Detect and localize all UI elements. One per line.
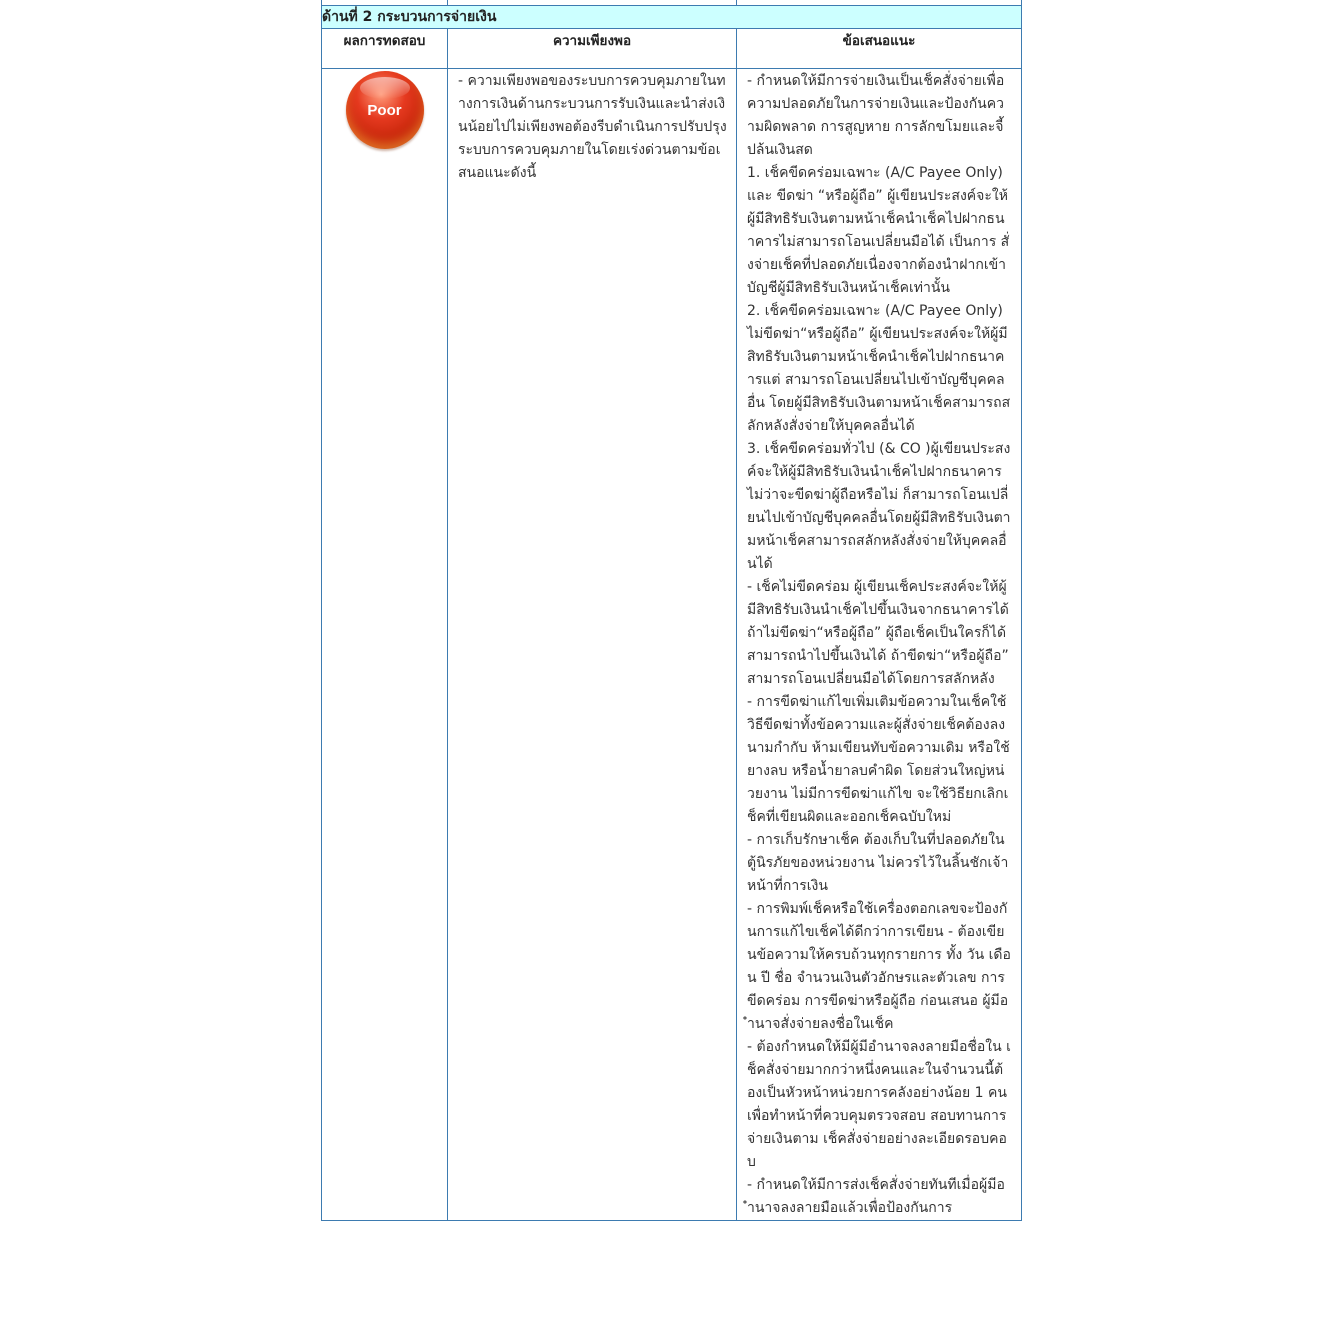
assessment-table: ด้านที่ 2 กระบวนการจ่ายเงิน ผลการทดสอบ ค… <box>321 0 1022 1221</box>
recommendation-item: - เช็คไม่ขีดคร่อม ผู้เขียนเช็คประสงค์จะใ… <box>747 579 1009 687</box>
result-cell: Poor <box>321 68 448 1221</box>
recommendation-item: - การขีดฆ่าแก้ไขเพิ่มเติมข้อความในเช็คใช… <box>747 694 1010 825</box>
recommendation-item: - กำหนดให้มีการส่งเช็คสั่งจ่ายทันทีเมื่อ… <box>747 1177 1005 1216</box>
header-adequacy: ความเพียงพอ <box>447 28 737 69</box>
recommendation-item: - การพิมพ์เช็คหรือใช้เครื่องตอกเลขจะป้อง… <box>747 901 1011 1032</box>
recommendation-item: - กำหนดให้มีการจ่ายเงินเป็นเช็คสั่งจ่ายเ… <box>747 73 1005 158</box>
body-row: Poor - ความเพียงพอของระบบการควบคุมภายในท… <box>321 68 1022 1221</box>
recommendation-cell: - กำหนดให้มีการจ่ายเงินเป็นเช็คสั่งจ่ายเ… <box>736 68 1022 1221</box>
header-result: ผลการทดสอบ <box>321 28 448 69</box>
recommendation-item: - การเก็บรักษาเช็ค ต้องเก็บในที่ปลอดภัยใ… <box>747 832 1009 894</box>
rating-label: Poor <box>367 102 402 119</box>
recommendation-item: 1. เช็คขีดคร่อมเฉพาะ (A/C Payee Only) แล… <box>747 165 1010 296</box>
recommendation-item: 2. เช็คขีดคร่อมเฉพาะ (A/C Payee Only) ไม… <box>747 303 1011 434</box>
adequacy-cell: - ความเพียงพอของระบบการควบคุมภายในทางการ… <box>447 68 737 1221</box>
adequacy-text: - ความเพียงพอของระบบการควบคุมภายในทางการ… <box>458 73 727 181</box>
section-row: ด้านที่ 2 กระบวนการจ่ายเงิน <box>321 5 1022 29</box>
header-row: ผลการทดสอบ ความเพียงพอ ข้อเสนอแนะ <box>321 28 1022 69</box>
recommendation-item: 3. เช็คขีดคร่อมทั่วไป (& CO )ผู้เขียนประ… <box>747 441 1011 572</box>
header-recommendation: ข้อเสนอแนะ <box>736 28 1022 69</box>
recommendation-item: - ต้องกำหนดให้มีผู้มีอำนาจลงลายมือชื่อใน… <box>747 1039 1011 1170</box>
section-title: ด้านที่ 2 กระบวนการจ่ายเงิน <box>321 5 1022 29</box>
poor-rating-icon: Poor <box>345 71 424 149</box>
